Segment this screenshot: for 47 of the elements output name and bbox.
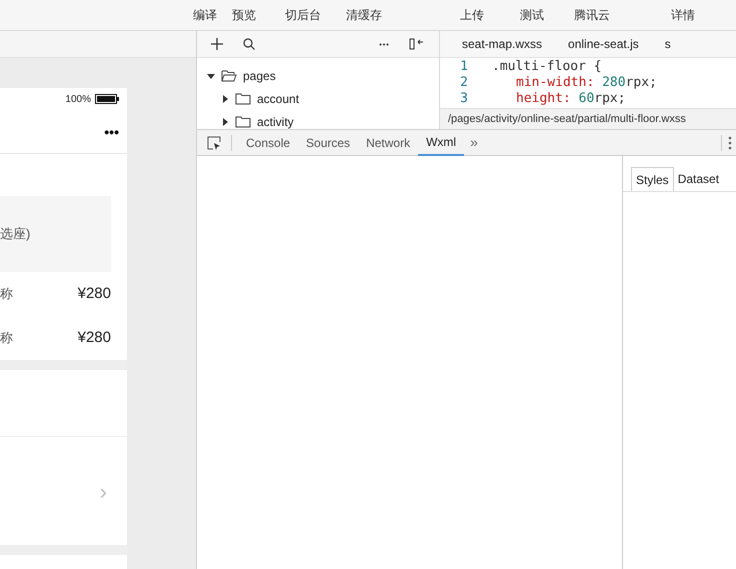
search-icon[interactable] — [243, 38, 255, 50]
code-line: .multi-floor { — [491, 59, 602, 75]
battery-percent: 100% — [65, 92, 91, 106]
item-name: 称 — [0, 329, 13, 348]
styles-pane-tab[interactable]: Styles — [631, 167, 674, 191]
file-path: /pages/activity/online-seat/partial/multi-floor.wxss — [448, 112, 686, 127]
item-name: 称 — [0, 285, 13, 304]
more-options-icon[interactable] — [728, 136, 732, 150]
folder-icon — [235, 116, 251, 128]
editor-tab[interactable]: seat-map.wxss — [460, 35, 544, 53]
battery-icon — [95, 94, 119, 104]
code-line: height: 60 rpx; — [515, 91, 626, 107]
toolbar-button[interactable]: 切后台 — [285, 6, 321, 24]
line-number: 1 — [459, 59, 469, 75]
add-icon[interactable] — [211, 38, 223, 50]
folder-name[interactable]: account — [257, 90, 300, 108]
toolbar-button[interactable]: 详情 — [671, 6, 695, 24]
expanded-arrow-icon[interactable] — [207, 72, 215, 80]
folder-icon — [235, 92, 251, 104]
devtools-tab[interactable]: Network — [358, 130, 418, 156]
collapse-panel-icon[interactable] — [409, 38, 425, 50]
line-number: 3 — [459, 91, 469, 107]
toolbar-button[interactable]: 预览 — [232, 6, 256, 24]
inspect-element-icon[interactable] — [207, 136, 221, 150]
collapsed-arrow-icon[interactable] — [221, 118, 229, 126]
section-label: 选座) — [0, 225, 30, 244]
more-tabs-button[interactable]: » — [464, 132, 484, 153]
toolbar-button[interactable]: 编译 — [193, 6, 217, 24]
editor-tab[interactable]: s — [662, 35, 673, 53]
code-line: min-width: 280rpx; — [515, 75, 657, 91]
toolbar-button[interactable]: 上传 — [460, 6, 484, 24]
folder-icon — [221, 70, 237, 82]
more-icon[interactable] — [379, 42, 389, 46]
devtools-tab[interactable]: Console — [238, 130, 298, 156]
devtools-tab[interactable]: Sources — [298, 130, 358, 156]
toolbar-button[interactable]: 腾讯云 — [574, 6, 610, 24]
collapsed-arrow-icon[interactable] — [221, 94, 229, 102]
line-number: 2 — [459, 75, 469, 91]
item-price: ¥280 — [78, 284, 111, 304]
styles-pane-tab[interactable]: Dataset — [674, 167, 724, 191]
item-price: ¥280 — [78, 328, 111, 348]
toolbar-button[interactable]: 测试 — [520, 6, 544, 24]
menu-button[interactable]: ••• — [104, 124, 119, 138]
toolbar-button[interactable]: 清缓存 — [346, 6, 382, 24]
editor-tab[interactable]: online-seat.js — [566, 35, 641, 53]
folder-name[interactable]: pages — [243, 66, 276, 84]
folder-name[interactable]: activity — [257, 112, 294, 129]
